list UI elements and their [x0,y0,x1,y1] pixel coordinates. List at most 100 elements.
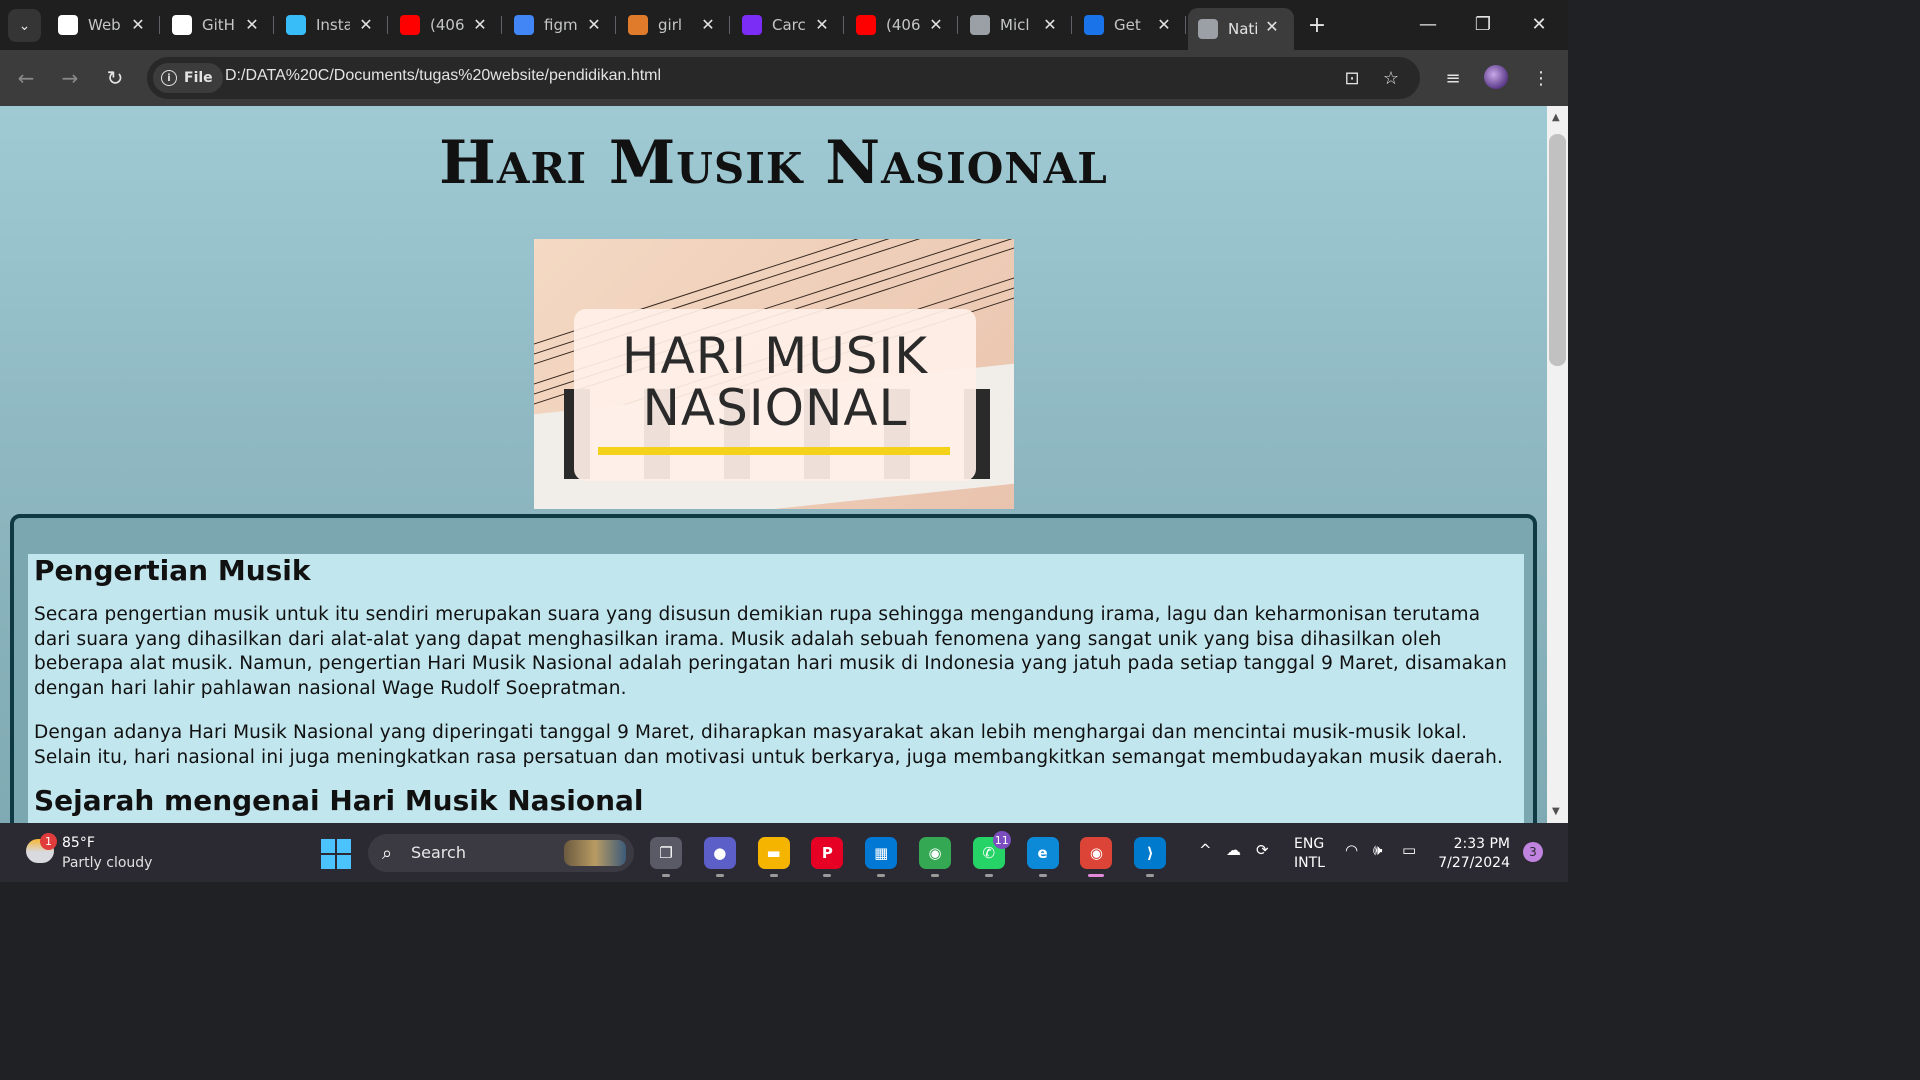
browser-toolbar: ← → ↻ i File D:/DATA%20C/Documents/tugas%… [0,50,1568,106]
reload-button[interactable]: ↻ [101,64,129,92]
browser-tab[interactable]: (406 ✕ [846,6,958,44]
google-icon [514,15,534,35]
close-icon[interactable]: ✕ [1040,14,1060,34]
hero-title-line1: HARI MUSIK [621,327,929,385]
browser-tab[interactable]: Carc ✕ [732,6,844,44]
globe-icon [1198,19,1218,39]
running-indicator [1038,874,1047,877]
back-button[interactable]: ← [12,64,40,92]
tab-title: (406 [430,16,464,34]
tab-title: Insta [316,16,350,34]
browser-tab[interactable]: Web ✕ [48,6,160,44]
new-tab-button[interactable]: + [1304,12,1330,38]
browser-tab[interactable]: Get ✕ [1074,6,1186,44]
media-controls-icon[interactable]: ≡ [1439,64,1467,92]
page-title: Hari Musik Nasional [439,128,1108,198]
microsoft-store-icon[interactable]: ▦ [865,837,898,877]
chevron-up-icon[interactable]: ^ [1199,841,1212,859]
tab-separator [957,16,958,34]
minimize-button[interactable]: — [1403,6,1453,42]
tab-search-button[interactable]: ⌄ [8,9,41,42]
close-icon[interactable]: ✕ [926,14,946,34]
section-heading: Sejarah mengenai Hari Musik Nasional [34,784,644,817]
battery-icon[interactable]: ▭ [1402,841,1416,859]
weather-description[interactable]: Partly cloudy [62,855,152,871]
taskbar: 1 85°F Partly cloudy ⌕ Search ❐ ● ▬ P ▦ ◉ ✆ 11 e… [0,823,1568,882]
close-icon[interactable]: ✕ [470,14,490,34]
close-icon[interactable]: ✕ [1154,14,1174,34]
close-icon[interactable]: ✕ [128,14,148,34]
running-indicator [823,874,832,877]
running-indicator [662,874,670,877]
file-explorer-icon[interactable]: ▬ [757,837,790,877]
menu-icon[interactable]: ⋮ [1527,64,1555,92]
volume-icon[interactable]: 🕪 [1373,841,1382,859]
app-badge: 11 [992,831,1011,849]
scroll-thumb[interactable] [1549,134,1566,366]
close-icon[interactable]: ✕ [584,14,604,34]
close-window-button[interactable]: ✕ [1514,6,1564,42]
close-icon[interactable]: ✕ [1262,16,1282,36]
clock-date: 7/27/2024 [1438,855,1510,871]
restore-button[interactable]: ❐ [1458,6,1508,42]
tab-title: Micl [1000,16,1030,34]
search-icon: ⌕ [382,843,393,864]
browser-tab[interactable]: Micl ✕ [960,6,1072,44]
scroll-up-arrow[interactable]: ▲ [1552,112,1560,123]
tab-title: girl [658,16,683,34]
address-bar[interactable]: i File D:/DATA%20C/Documents/tugas%20webs… [147,57,1420,99]
vertical-scrollbar[interactable]: ▲ ▼ [1547,106,1568,823]
clock[interactable]: 2:33 PM 7/27/2024 [1430,835,1510,873]
tab-title: Carc [772,16,806,34]
pinterest-icon [628,15,648,35]
running-indicator [931,874,939,877]
weather-temperature[interactable]: 85°F [62,835,95,851]
chrome-profile-icon[interactable]: ◉ [1080,837,1113,877]
wifi-icon[interactable]: ◠ [1345,841,1358,859]
language-indicator[interactable]: ENG INTL [1294,835,1325,873]
onedrive-icon[interactable]: ☁ [1226,841,1241,859]
task-view-icon[interactable]: ❐ [650,837,682,877]
browser-tab[interactable]: Insta ✕ [276,6,388,44]
edge-icon[interactable]: e [1026,837,1059,877]
tab-title: (406 [886,16,920,34]
page-viewport: Hari Musik Nasional HARI MUSIK NASIONAL … [0,106,1547,823]
zoom-icon[interactable]: ● [703,837,736,877]
running-indicator [769,874,778,877]
tab-separator [273,16,274,34]
translate-icon[interactable]: ⊡ [1340,66,1364,90]
notification-badge[interactable]: 3 [1523,842,1543,862]
tab-title: Nati [1228,20,1259,38]
search-label: Search [411,843,466,862]
paragraph: Dengan adanya Hari Musik Nasional yang d… [34,722,1504,768]
pinterest-icon[interactable]: P [811,837,844,877]
tab-separator [159,16,160,34]
scroll-down-arrow[interactable]: ▼ [1552,806,1560,817]
chrome-icon[interactable]: ◉ [919,837,951,877]
bookmark-star-icon[interactable]: ☆ [1379,66,1403,90]
taskbar-search[interactable]: ⌕ Search [368,834,634,872]
forward-button[interactable]: → [56,64,84,92]
tab-title: Web [88,16,121,34]
close-icon[interactable]: ✕ [242,14,262,34]
start-button[interactable] [321,839,351,869]
browser-tab[interactable]: GitH ✕ [162,6,274,44]
tab-separator [1185,16,1186,34]
edge-icon [1084,15,1104,35]
close-icon[interactable]: ✕ [812,14,832,34]
url-text[interactable]: D:/DATA%20C/Documents/tugas%20website/pe… [225,67,661,85]
weather-badge: 1 [40,833,57,850]
site-info-chip[interactable]: i File [153,63,223,93]
close-icon[interactable]: ✕ [698,14,718,34]
whatsapp-icon[interactable]: ✆ 11 [972,831,1011,877]
tab-title: figm [544,16,578,34]
close-icon[interactable]: ✕ [356,14,376,34]
browser-tab[interactable]: figm ✕ [504,6,616,44]
browser-tab[interactable]: (406 ✕ [390,6,502,44]
sync-icon[interactable]: ⟳ [1256,841,1269,859]
vscode-icon[interactable]: ⟩ [1134,837,1167,877]
clock-time: 2:33 PM [1453,836,1510,852]
profile-avatar[interactable] [1484,65,1508,89]
browser-tab[interactable]: Nati ✕ [1188,8,1294,50]
browser-tab[interactable]: girl ✕ [618,6,730,44]
